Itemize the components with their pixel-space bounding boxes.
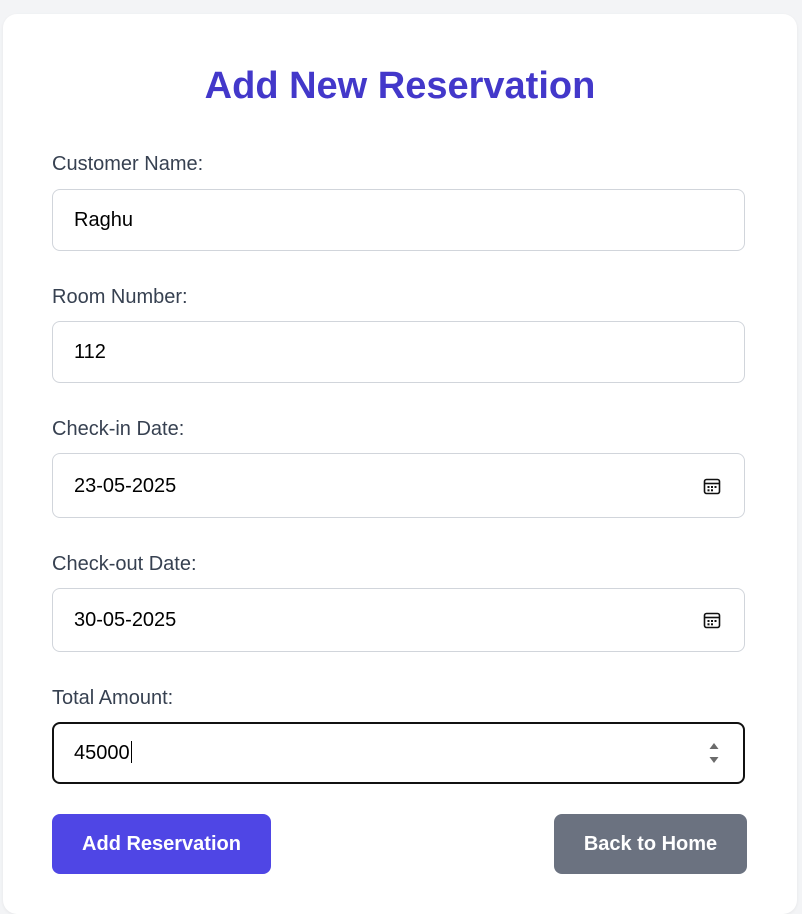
check-in-date-input[interactable]: 23-05-2025: [52, 453, 745, 518]
room-number-label: Room Number:: [52, 286, 188, 308]
check-in-date-label: Check-in Date:: [52, 418, 185, 440]
check-out-date-input[interactable]: 30-05-2025: [52, 588, 745, 652]
total-amount-input[interactable]: 45000: [52, 722, 745, 784]
total-amount-value: 45000: [74, 741, 132, 764]
calendar-icon[interactable]: [703, 477, 721, 495]
increment-arrow-icon: [709, 743, 719, 749]
check-out-date-label: Check-out Date:: [52, 553, 197, 575]
total-amount-label: Total Amount:: [52, 687, 174, 709]
customer-name-value: Raghu: [74, 209, 133, 231]
customer-name-input[interactable]: Raghu: [52, 189, 745, 251]
back-to-home-button[interactable]: Back to Home: [554, 814, 747, 874]
page-title: Add New Reservation: [204, 65, 596, 107]
room-number-input[interactable]: 112: [52, 321, 745, 383]
room-number-value: 112: [74, 341, 106, 363]
decrement-arrow-icon: [709, 757, 719, 763]
add-reservation-button[interactable]: Add Reservation: [52, 814, 271, 874]
calendar-icon[interactable]: [703, 611, 721, 629]
check-in-date-value: 23-05-2025: [74, 474, 177, 497]
text-caret: [130, 741, 132, 763]
number-spinner-icon[interactable]: [708, 739, 720, 767]
customer-name-label: Customer Name:: [52, 153, 204, 175]
check-out-date-value: 30-05-2025: [74, 609, 177, 631]
